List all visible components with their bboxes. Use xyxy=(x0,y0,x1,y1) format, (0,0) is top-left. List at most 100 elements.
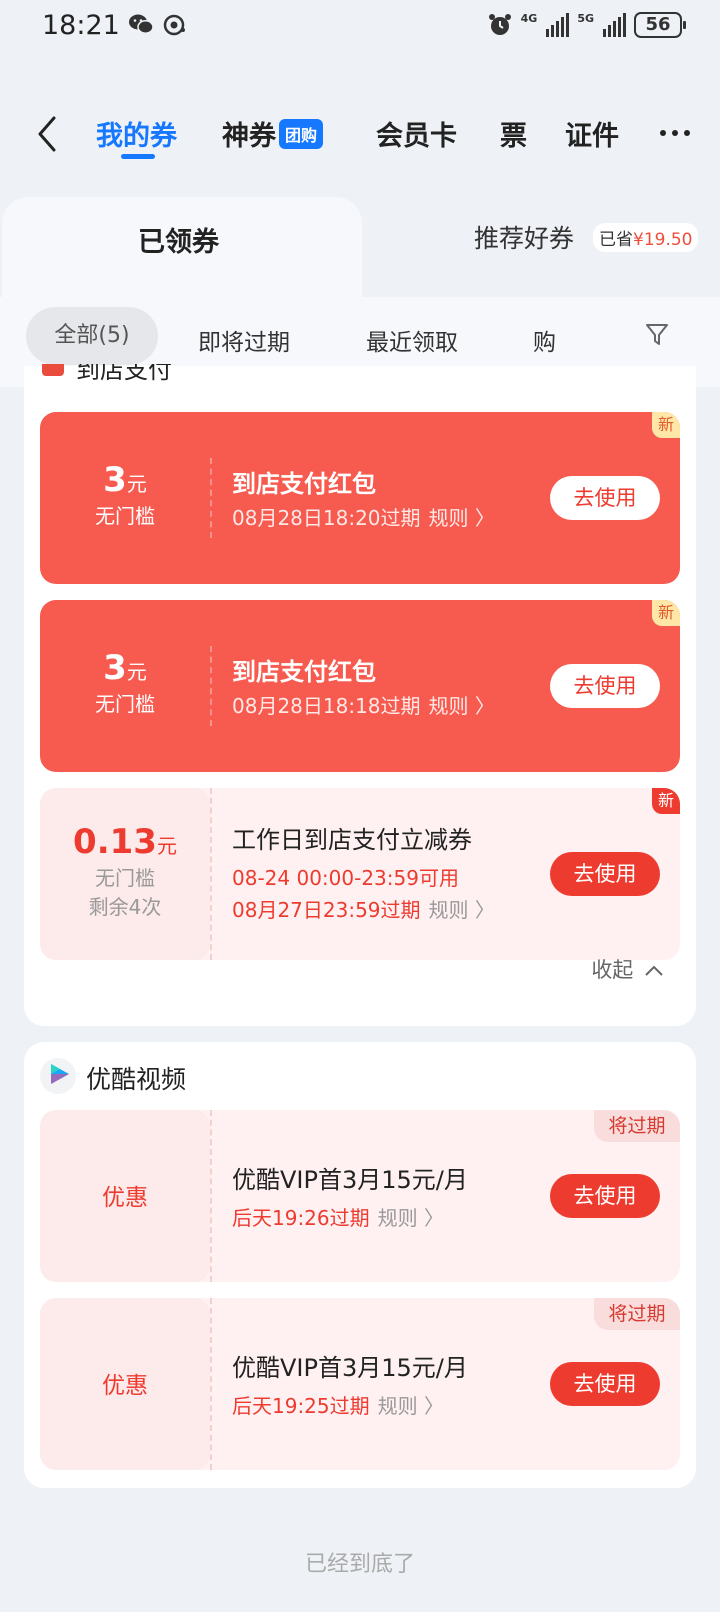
coupon-divider xyxy=(210,788,212,960)
coupon-value-section: 优惠 xyxy=(40,1110,210,1282)
coupon-amount-unit: 元 xyxy=(126,472,147,496)
coupon-expire: 08月27日23:59过期 xyxy=(232,898,421,922)
tab-shen-coupons-label: 神券 xyxy=(222,121,276,152)
coupon-expire: 后天19:26过期 xyxy=(232,1206,370,1230)
coupon-divider xyxy=(210,458,212,538)
coupon-amount: 0.13元 xyxy=(40,822,210,862)
end-of-list-text: 已经到底了 xyxy=(304,1552,415,1577)
coupon-card[interactable]: 3元 无门槛 到店支付红包 08月28日18:18过期 规则 〉 去使用 新 xyxy=(40,600,680,772)
coupon-card[interactable]: 0.13元 无门槛 剩余4次 工作日到店支付立减券 08-24 00:00-23… xyxy=(40,788,680,960)
top-nav: 我的券 神券 团购 会员卡 票 证件 xyxy=(0,100,720,166)
new-badge: 新 xyxy=(652,600,680,626)
signal-strength-icon-2 xyxy=(603,13,626,37)
filter-funnel-icon[interactable] xyxy=(644,321,670,347)
coupon-title: 到店支付红包 xyxy=(232,658,376,686)
collapse-label: 收起 xyxy=(591,958,634,982)
coupon-amount: 3元 xyxy=(40,648,210,688)
new-badge: 新 xyxy=(652,788,680,814)
coupon-amount: 3元 xyxy=(40,460,210,500)
active-tab-indicator xyxy=(121,154,155,159)
collapse-button[interactable]: 收起 xyxy=(591,954,664,984)
battery-icon: 56 xyxy=(634,12,686,38)
back-arrow-icon[interactable] xyxy=(32,114,62,154)
coupon-rule-link[interactable]: 规则 〉 xyxy=(429,898,495,922)
youku-coupon-group: 优酷视频 优惠 优酷VIP首3月15元/月 后天19:26过期 规则 〉 去使用 … xyxy=(24,1042,696,1488)
youku-logo-icon xyxy=(40,1058,76,1094)
use-coupon-button[interactable]: 去使用 xyxy=(550,476,660,520)
coupon-divider xyxy=(210,1298,212,1470)
expiring-soon-badge: 将过期 xyxy=(594,1110,680,1142)
segment-received-coupons[interactable]: 已领券 xyxy=(138,220,219,259)
coupon-expire-line: 后天19:26过期 规则 〉 xyxy=(232,1202,444,1231)
tab-member-card[interactable]: 会员卡 xyxy=(376,114,457,153)
filter-recent-chip[interactable]: 最近领取 xyxy=(366,323,458,357)
saved-prefix: 已省 xyxy=(599,230,633,250)
expiring-soon-badge: 将过期 xyxy=(594,1298,680,1330)
coupon-condition: 无门槛 xyxy=(95,866,155,890)
coupon-title: 优酷VIP首3月15元/月 xyxy=(232,1166,468,1194)
coupon-divider xyxy=(210,1110,212,1282)
segment-recommended-coupons[interactable]: 推荐好券 xyxy=(474,219,574,255)
coupon-discount-label: 优惠 xyxy=(102,1185,148,1211)
store-pay-coupon-group: 到店支付 3元 无门槛 到店支付红包 08月28日18:20过期 规则 〉 去使用… xyxy=(24,364,696,1026)
coupon-amount-unit: 元 xyxy=(156,834,177,858)
saved-amount: ¥19.50 xyxy=(633,230,693,250)
group-title-store-pay: 到店支付 xyxy=(76,364,172,384)
coupon-title: 到店支付红包 xyxy=(232,470,376,498)
saved-amount-badge: 已省¥19.50 xyxy=(593,223,699,252)
use-coupon-button[interactable]: 去使用 xyxy=(550,1174,660,1218)
coupon-condition: 无门槛 xyxy=(95,504,155,528)
coupon-rule-link[interactable]: 规则 〉 xyxy=(429,506,495,530)
tab-certificates[interactable]: 证件 xyxy=(565,114,619,153)
filter-expiring-chip[interactable]: 即将过期 xyxy=(198,323,290,357)
coupon-value-section: 3元 无门槛 xyxy=(40,412,210,584)
use-coupon-button[interactable]: 去使用 xyxy=(550,664,660,708)
coupon-expire: 08月28日18:20过期 xyxy=(232,506,421,530)
group-title-youku: 优酷视频 xyxy=(86,1065,187,1094)
coupon-value-section: 优惠 xyxy=(40,1298,210,1470)
location-icon xyxy=(163,14,185,36)
coupon-card[interactable]: 优惠 优酷VIP首3月15元/月 后天19:25过期 规则 〉 去使用 将过期 xyxy=(40,1298,680,1470)
coupon-value-section: 3元 无门槛 xyxy=(40,600,210,772)
coupon-title: 工作日到店支付立减券 xyxy=(232,826,472,854)
network-5g-label: 5G xyxy=(577,12,594,25)
network-4g-label: 4G xyxy=(520,12,538,25)
tab-shen-coupons[interactable]: 神券 团购 xyxy=(222,114,324,153)
status-time: 18:21 xyxy=(42,10,120,41)
coupon-title: 优酷VIP首3月15元/月 xyxy=(232,1354,468,1382)
coupon-amount-value: 0.13 xyxy=(73,822,157,862)
signal-strength-icon xyxy=(546,13,570,37)
status-system-icons: 4G 5G 56 xyxy=(487,12,686,38)
coupon-expire: 08月28日18:18过期 xyxy=(232,694,421,718)
coupon-expire-line: 后天19:25过期 规则 〉 xyxy=(232,1390,444,1419)
coupon-amount-unit: 元 xyxy=(126,660,147,684)
coupon-card[interactable]: 3元 无门槛 到店支付红包 08月28日18:20过期 规则 〉 去使用 新 xyxy=(40,412,680,584)
tab-tickets[interactable]: 票 xyxy=(500,114,527,153)
coupon-segment-bar: 已领券 推荐好券 已省¥19.50 xyxy=(0,195,720,297)
coupon-rule-link[interactable]: 规则 〉 xyxy=(429,694,495,718)
group-header-store-pay: 到店支付 xyxy=(42,364,242,384)
status-notification-icons xyxy=(128,13,186,37)
filter-all-chip[interactable]: 全部(5) xyxy=(26,307,158,365)
coupon-discount-label: 优惠 xyxy=(102,1373,148,1399)
coupon-rule-link[interactable]: 规则 〉 xyxy=(378,1394,444,1418)
use-coupon-button[interactable]: 去使用 xyxy=(550,1362,660,1406)
tuangou-badge: 团购 xyxy=(279,119,324,149)
coupon-valid-time: 08-24 00:00-23:59可用 xyxy=(232,866,459,890)
filter-purchase-chip[interactable]: 购 xyxy=(533,323,556,357)
tab-my-coupons[interactable]: 我的券 xyxy=(96,114,177,153)
coupon-expire-line: 08月27日23:59过期 规则 〉 xyxy=(232,894,495,923)
coupon-rule-link[interactable]: 规则 〉 xyxy=(378,1206,444,1230)
more-options-button[interactable] xyxy=(660,130,690,136)
coupon-card[interactable]: 优惠 优酷VIP首3月15元/月 后天19:26过期 规则 〉 去使用 将过期 xyxy=(40,1110,680,1282)
use-coupon-button[interactable]: 去使用 xyxy=(550,852,660,896)
coupon-amount-value: 3 xyxy=(103,460,127,500)
coupon-condition: 无门槛 xyxy=(95,692,155,716)
coupon-expire-line: 08月28日18:20过期 规则 〉 xyxy=(232,502,495,531)
coupon-remaining: 剩余4次 xyxy=(88,895,162,919)
chevron-up-icon xyxy=(645,965,663,976)
coupon-divider xyxy=(210,646,212,726)
coupon-expire: 后天19:25过期 xyxy=(232,1394,370,1418)
new-badge: 新 xyxy=(652,412,680,438)
coupon-expire-line: 08月28日18:18过期 规则 〉 xyxy=(232,690,495,719)
